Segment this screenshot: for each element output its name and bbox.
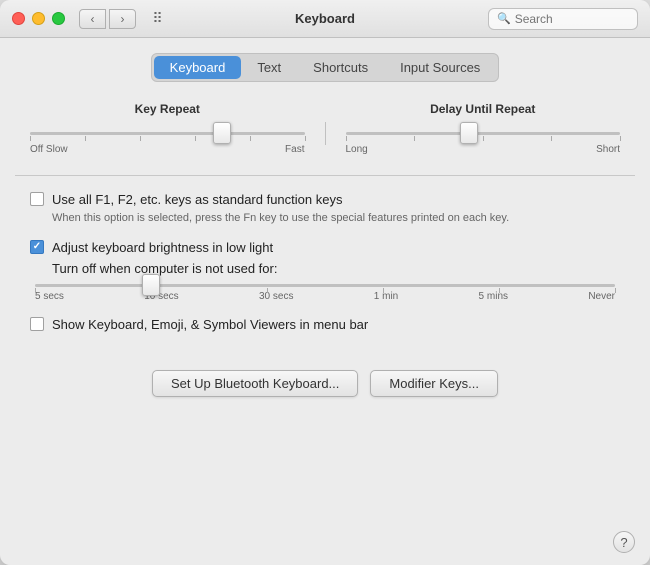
delay-repeat-max: Short — [596, 144, 620, 155]
key-repeat-group: Key Repeat — [30, 102, 305, 155]
minimize-button[interactable] — [32, 12, 45, 25]
brightness-tick-2: 30 secs — [259, 291, 293, 302]
brightness-checkbox-text: Adjust keyboard brightness in low light — [52, 239, 273, 257]
key-repeat-max: Fast — [285, 144, 304, 155]
brightness-sublabels: 5 secs 10 secs 30 secs 1 min 5 mins Neve… — [35, 291, 615, 302]
delay-repeat-group: Delay Until Repeat Long Sho — [346, 102, 621, 155]
close-button[interactable] — [12, 12, 25, 25]
titlebar: ‹ › ⠿ Keyboard 🔍 — [0, 0, 650, 38]
search-box[interactable]: 🔍 — [488, 8, 638, 30]
help-button[interactable]: ? — [613, 531, 635, 553]
grid-button[interactable]: ⠿ — [144, 9, 171, 29]
delay-repeat-min: Long — [346, 144, 368, 155]
brightness-slider-wrap: 5 secs 10 secs 30 secs 1 min 5 mins Neve… — [20, 284, 630, 302]
key-repeat-min: Off Slow — [30, 144, 68, 155]
keyboard-window: ‹ › ⠿ Keyboard 🔍 Keyboard Text Shortcuts… — [0, 0, 650, 565]
show-viewers-row: Show Keyboard, Emoji, & Symbol Viewers i… — [20, 316, 630, 334]
brightness-checkbox[interactable] — [30, 240, 44, 254]
bluetooth-keyboard-button[interactable]: Set Up Bluetooth Keyboard... — [152, 370, 358, 397]
window-content: Keyboard Text Shortcuts Input Sources Ke… — [0, 38, 650, 565]
brightness-checkbox-row: Adjust keyboard brightness in low light — [20, 239, 630, 257]
key-repeat-track — [30, 132, 305, 135]
tab-bar: Keyboard Text Shortcuts Input Sources — [20, 53, 630, 82]
brightness-label: Adjust keyboard brightness in low light — [52, 239, 273, 257]
brightness-tick-5: Never — [588, 291, 615, 302]
traffic-lights — [12, 12, 65, 25]
maximize-button[interactable] — [52, 12, 65, 25]
forward-button[interactable]: › — [109, 9, 136, 29]
delay-repeat-label: Delay Until Repeat — [430, 102, 535, 116]
brightness-track — [35, 284, 615, 287]
tab-keyboard[interactable]: Keyboard — [154, 56, 242, 79]
search-icon: 🔍 — [497, 12, 511, 25]
buttons-row: Set Up Bluetooth Keyboard... Modifier Ke… — [20, 370, 630, 397]
fn-keys-text: Use all F1, F2, etc. keys as standard fu… — [52, 191, 509, 227]
fn-keys-row: Use all F1, F2, etc. keys as standard fu… — [20, 191, 630, 227]
delay-repeat-track — [346, 132, 621, 135]
brightness-tick-4: 5 mins — [479, 291, 508, 302]
fn-keys-checkbox[interactable] — [30, 192, 44, 206]
show-viewers-label: Show Keyboard, Emoji, & Symbol Viewers i… — [52, 316, 368, 334]
window-title: Keyboard — [295, 11, 355, 26]
key-repeat-track-wrap — [30, 124, 305, 142]
brightness-thumb[interactable] — [142, 274, 160, 296]
tab-shortcuts[interactable]: Shortcuts — [297, 56, 384, 79]
brightness-tick-3: 1 min — [374, 291, 398, 302]
show-viewers-text: Show Keyboard, Emoji, & Symbol Viewers i… — [52, 316, 368, 334]
tab-text[interactable]: Text — [241, 56, 297, 79]
delay-repeat-thumb[interactable] — [460, 122, 478, 144]
tabs-container: Keyboard Text Shortcuts Input Sources — [151, 53, 500, 82]
back-button[interactable]: ‹ — [79, 9, 106, 29]
show-viewers-checkbox[interactable] — [30, 317, 44, 331]
sliders-row: Key Repeat — [20, 102, 630, 155]
fn-keys-sub-label: When this option is selected, press the … — [52, 211, 509, 226]
brightness-tick-0: 5 secs — [35, 291, 64, 302]
key-repeat-label: Key Repeat — [135, 102, 200, 116]
delay-repeat-track-wrap — [346, 124, 621, 142]
turn-off-label: Turn off when computer is not used for: — [52, 261, 630, 276]
key-repeat-thumb[interactable] — [213, 122, 231, 144]
main-content: Keyboard Text Shortcuts Input Sources Ke… — [0, 38, 650, 565]
tab-input-sources[interactable]: Input Sources — [384, 56, 496, 79]
modifier-keys-button[interactable]: Modifier Keys... — [370, 370, 498, 397]
search-input[interactable] — [515, 12, 629, 26]
delay-repeat-sublabels: Long Short — [346, 144, 621, 155]
key-repeat-sublabels: Off Slow Fast — [30, 144, 305, 155]
fn-keys-main-label: Use all F1, F2, etc. keys as standard fu… — [52, 191, 509, 209]
divider-1 — [15, 175, 635, 176]
nav-buttons: ‹ › — [79, 9, 136, 29]
